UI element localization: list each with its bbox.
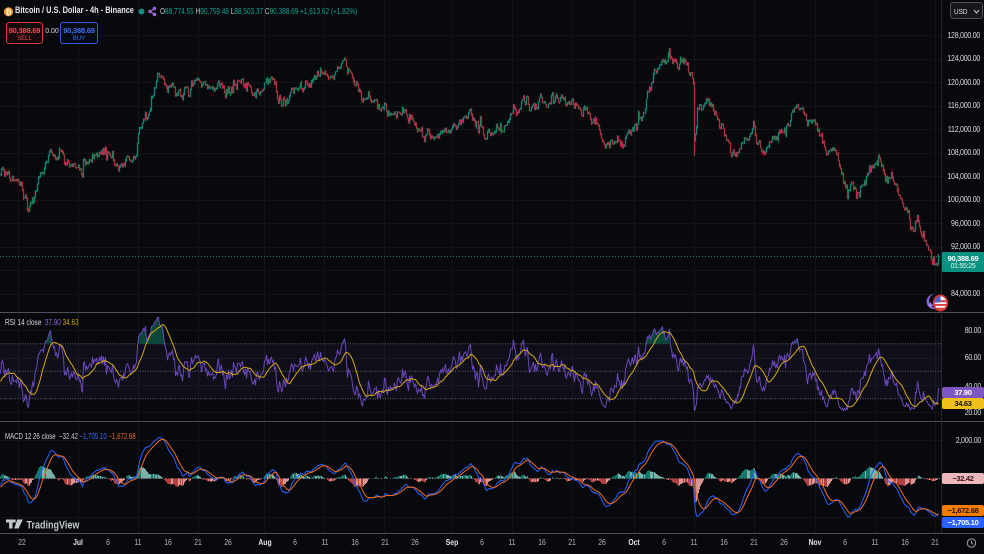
svg-text:₿: ₿ — [5, 7, 11, 16]
svg-text:TradingView: TradingView — [27, 520, 80, 532]
